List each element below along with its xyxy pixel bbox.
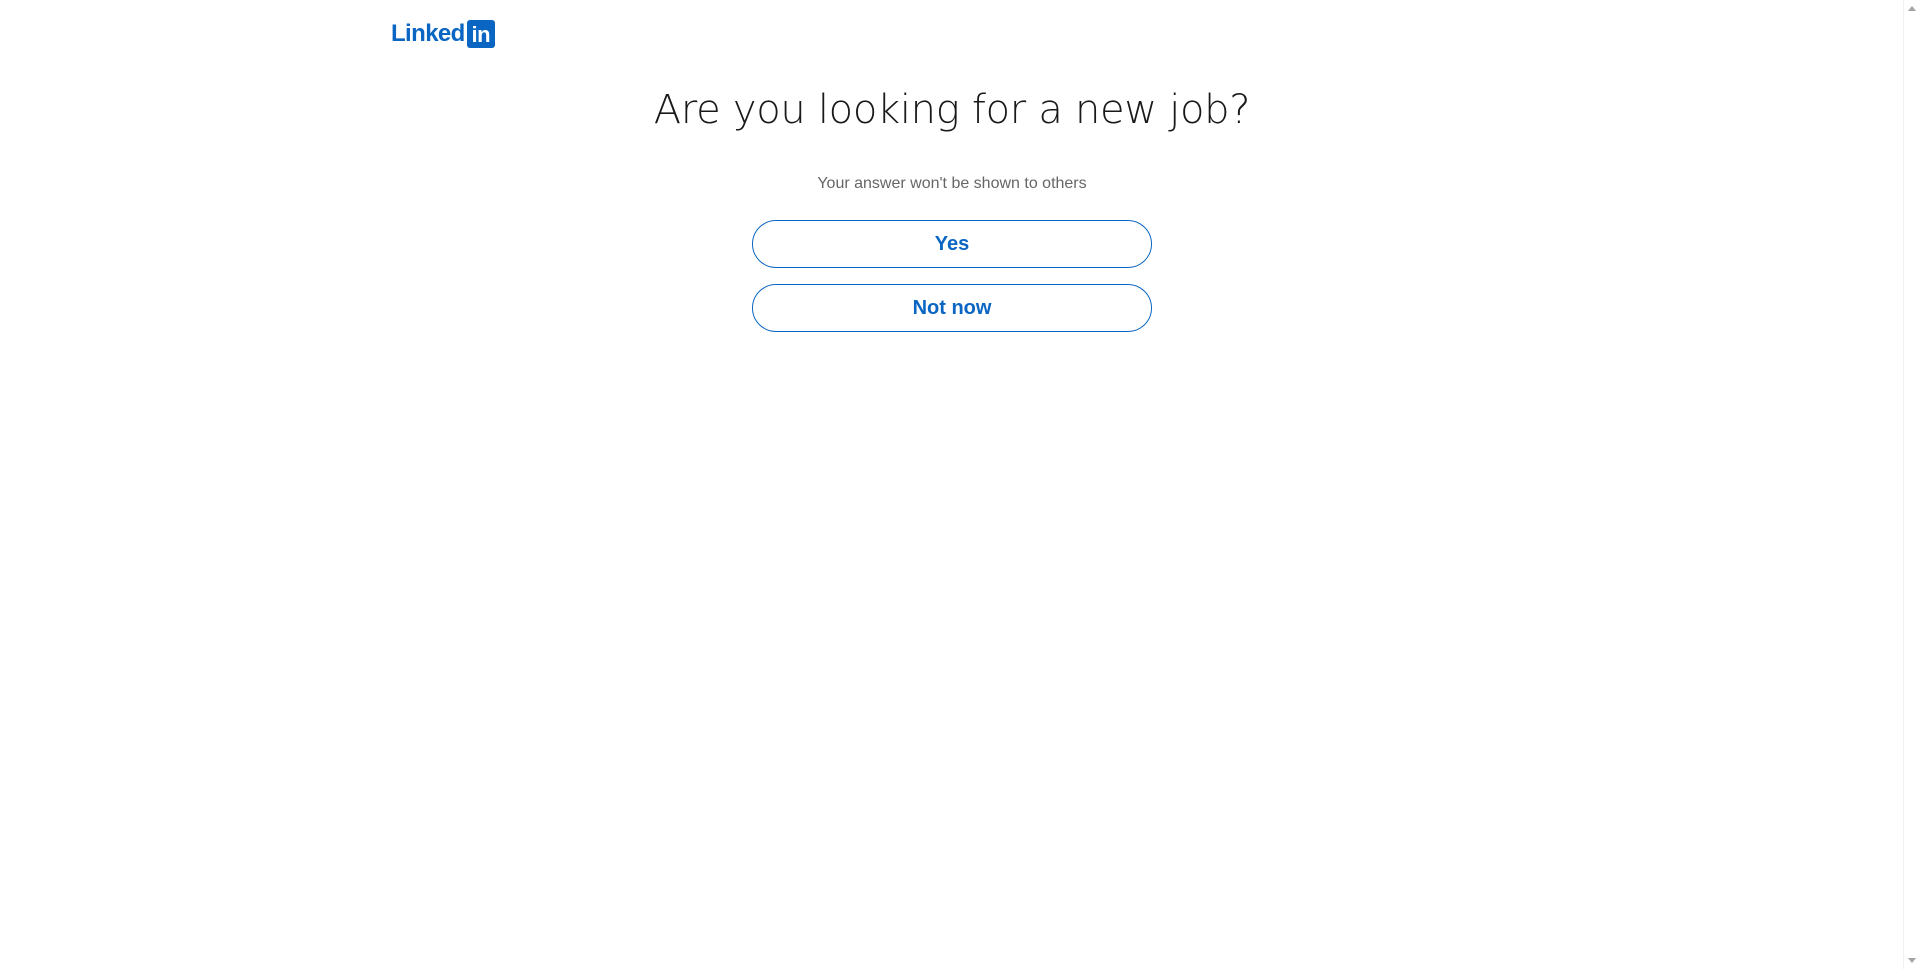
scroll-down-icon[interactable]: [1908, 958, 1916, 963]
not-now-button[interactable]: Not now: [752, 284, 1152, 332]
yes-button[interactable]: Yes: [752, 220, 1152, 268]
linkedin-logo[interactable]: Linked in: [391, 20, 495, 48]
page-title: Are you looking for a new job?: [653, 87, 1251, 133]
vertical-scrollbar[interactable]: [1903, 0, 1920, 969]
logo-in-box: in: [466, 20, 495, 48]
scroll-up-icon[interactable]: [1908, 6, 1916, 11]
logo-wordmark: Linked: [391, 20, 465, 47]
page: Linked in Are you looking for a new job?…: [0, 0, 1920, 969]
privacy-note: Your answer won't be shown to others: [817, 175, 1087, 192]
